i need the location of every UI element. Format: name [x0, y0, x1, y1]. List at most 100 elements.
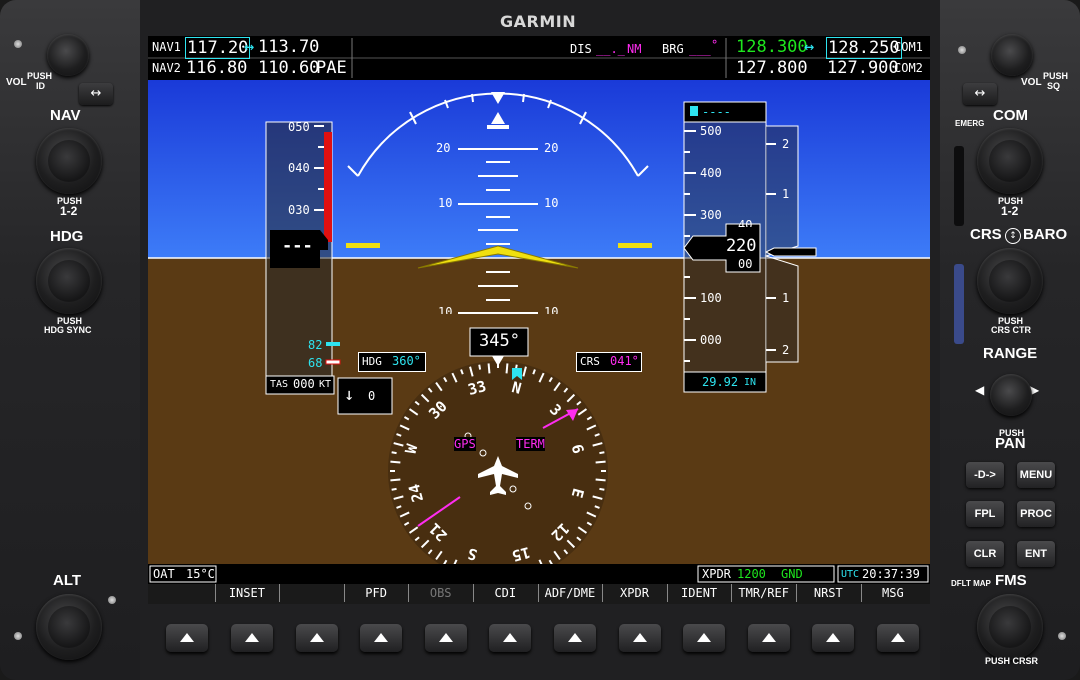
alt-tick-500: 500	[700, 124, 722, 138]
compass-tick	[487, 363, 491, 374]
softkey-button-5[interactable]	[424, 624, 467, 652]
softkey-button-7[interactable]	[553, 624, 596, 652]
indicator-led-bottom-right	[1058, 632, 1066, 640]
crs-value: 041°	[610, 354, 639, 368]
vol-push-sub-left: ID	[36, 81, 45, 91]
vspeed-bug-68	[325, 359, 341, 365]
compass-tick	[391, 451, 397, 455]
tas-value: 000	[293, 377, 315, 391]
softkey-button-6[interactable]	[489, 624, 532, 652]
xpdr-label: XPDR	[702, 567, 731, 581]
nav-swap-arrow-icon: ↔	[244, 37, 255, 57]
softkey-button-2[interactable]	[230, 624, 273, 652]
ent-button[interactable]: ENT	[1017, 541, 1055, 567]
brg-label: BRG	[662, 42, 684, 56]
aircraft-wing-right	[618, 243, 652, 248]
utc-label: UTC	[841, 569, 860, 580]
softkey-button-10[interactable]	[747, 624, 790, 652]
nav1-active-freq[interactable]: 117.20	[185, 37, 251, 59]
brg-value: ___	[689, 42, 711, 56]
softkey-button-1[interactable]	[166, 624, 209, 652]
nav2-active-freq[interactable]: 116.80	[186, 58, 247, 78]
brg-unit: °	[711, 38, 719, 52]
compass-tick	[390, 460, 401, 464]
xpdr-code: 1200	[737, 567, 766, 581]
oat-value: 15°C	[186, 567, 215, 581]
baro-label: BARO	[1023, 226, 1068, 243]
altitude-current-hundreds: 2	[726, 236, 737, 256]
pfd-screen: NAV1 117.20 ↔ 113.70 NAV2 116.80 110.60 …	[148, 36, 930, 604]
nav-swap-button[interactable]: ↔	[79, 83, 113, 105]
com2-active-freq[interactable]: 127.800	[736, 58, 808, 78]
proc-button[interactable]: PROC	[1017, 501, 1055, 527]
brand-logo: GARMIN	[500, 12, 577, 31]
clr-button[interactable]: CLR	[966, 541, 1004, 567]
hdg-value: 360°	[392, 354, 421, 368]
triangle-up-icon	[567, 633, 582, 642]
softkey-button-3[interactable]	[295, 624, 338, 652]
softkey-divider	[731, 584, 733, 602]
vspeed-bug-82	[326, 342, 340, 346]
softkey-button-4[interactable]	[360, 624, 403, 652]
softkey-button-12[interactable]	[876, 624, 919, 652]
crs-baro-icon: ↕	[1005, 228, 1021, 244]
aircraft-wing-left	[346, 243, 380, 248]
softkey-label-8: XPDR	[620, 586, 649, 600]
alt-bug-icon	[690, 106, 698, 116]
triangle-up-icon	[309, 633, 324, 642]
softkey-button-9[interactable]	[683, 624, 726, 652]
utc-time: 20:37:39	[862, 567, 920, 581]
com2-standby-freq[interactable]: 127.900	[827, 58, 899, 78]
hdg-knob[interactable]	[36, 248, 102, 314]
softkey-divider	[214, 584, 216, 602]
vol-knob-left[interactable]	[47, 34, 89, 76]
nav2-standby-freq[interactable]: 110.60	[258, 58, 319, 78]
nav-source: GPS	[454, 437, 476, 451]
fpl-button[interactable]: FPL	[966, 501, 1004, 527]
emerg-label: EMERG	[955, 119, 985, 128]
vsi-tick-1-up: 1	[782, 187, 790, 201]
com2-label: COM2	[894, 61, 923, 75]
triangle-up-icon	[890, 633, 905, 642]
pitch-label-neg10-right: 10	[544, 305, 559, 314]
softkey-label-10: TMR/REF	[738, 586, 789, 600]
com1-active-freq[interactable]: 128.300	[736, 37, 808, 57]
softkey-button-8[interactable]	[618, 624, 661, 652]
com-knob[interactable]	[977, 128, 1043, 194]
com-swap-button[interactable]: ↔	[963, 83, 997, 105]
range-knob[interactable]	[990, 374, 1032, 416]
softkey-divider	[408, 584, 410, 602]
com1-standby-freq[interactable]: 128.250	[826, 37, 902, 59]
direct-to-button[interactable]: -D->	[966, 462, 1004, 488]
dflt-map-label: DFLT MAP	[951, 579, 991, 588]
vol-push-right: PUSH	[1043, 71, 1069, 81]
alt-tick-300: 300	[700, 208, 722, 222]
softkey-label-1	[150, 584, 215, 602]
softkey-button-11[interactable]	[812, 624, 855, 652]
tas-unit: KT	[319, 379, 332, 390]
selected-altitude[interactable]: ----	[702, 105, 731, 119]
compass-tick	[391, 487, 397, 491]
nav-knob[interactable]	[36, 128, 102, 194]
crs-baro-knob[interactable]	[977, 248, 1043, 314]
baro-value[interactable]: 29.92	[702, 375, 738, 389]
indicator-led-bottom-left	[14, 632, 22, 640]
alt-tick-000: 000	[700, 333, 722, 347]
compass-tick	[390, 478, 401, 482]
pitch-label-20-left: 20	[436, 141, 451, 155]
menu-button[interactable]: MENU	[1017, 462, 1055, 488]
nav1-standby-freq[interactable]: 113.70	[258, 37, 319, 57]
fms-knob[interactable]	[977, 594, 1043, 660]
alt-knob[interactable]	[36, 594, 102, 660]
baro-unit: IN	[744, 377, 757, 388]
pitch-label-10-left: 10	[438, 196, 453, 210]
alt-label: ALT	[53, 572, 82, 589]
range-label: RANGE	[983, 345, 1038, 362]
vol-knob-right[interactable]	[991, 34, 1033, 76]
triangle-up-icon	[374, 633, 389, 642]
vol-push-sub-right: SQ	[1047, 81, 1061, 91]
pitch-label-neg10-left: 10	[438, 305, 453, 314]
compass-tick	[595, 460, 606, 464]
altitude-current-tens: 20	[736, 236, 757, 256]
softkey-divider	[343, 584, 345, 602]
